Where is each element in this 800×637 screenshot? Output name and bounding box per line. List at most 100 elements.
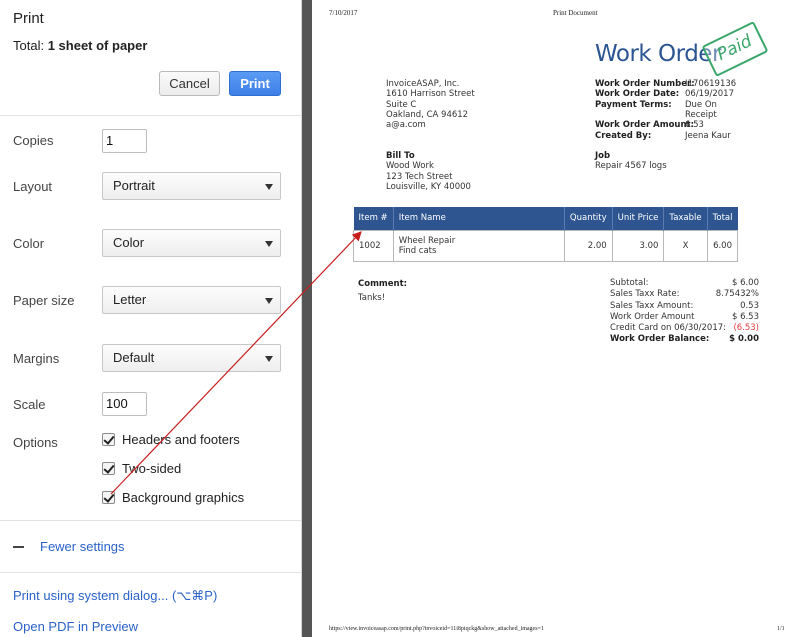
total-value: 1 sheet of paper — [47, 38, 148, 53]
cancel-button[interactable]: Cancel — [159, 71, 220, 96]
total-label: Work Order Balance: — [610, 334, 710, 345]
detail-value: 06/19/2017 — [685, 89, 734, 100]
page-header-date: 7/10/2017 — [329, 9, 358, 17]
job-value: Repair 4567 logs — [595, 161, 667, 172]
options-label: Options — [13, 435, 58, 450]
detail-label: Created By: — [595, 130, 652, 141]
total-label: Sales Taxx Rate: — [610, 289, 680, 300]
margins-select[interactable]: Default — [102, 344, 281, 372]
company-line: Oakland, CA 94612 — [386, 109, 469, 120]
page-footer-number: 1/1 — [777, 626, 785, 632]
comment-label: Comment: — [358, 279, 408, 289]
total-label: Work Order Amount — [610, 311, 695, 322]
detail-value: Jeena Kaur — [685, 130, 731, 141]
paper-size-label: Paper size — [13, 293, 75, 308]
color-value: Color — [113, 235, 145, 250]
item-unit-price: 3.00 — [611, 229, 665, 262]
bill-to-line: 123 Tech Street — [386, 171, 453, 182]
bill-to-line: Wood Work — [386, 161, 434, 172]
fewer-settings-label: Fewer settings — [40, 539, 125, 554]
panel-title: Print — [13, 10, 44, 27]
detail-value: 6.53 — [685, 120, 704, 131]
column-header: Item # — [353, 207, 394, 230]
layout-label: Layout — [13, 179, 53, 194]
print-preview-area[interactable]: 7/10/2017 Print Document Work Order Paid… — [302, 0, 800, 637]
scale-label: Scale — [13, 397, 46, 412]
company-line: a@a.com — [386, 120, 426, 131]
totals-block: Subtotal: $ 6.00 Sales Taxx Rate: 8.75432%… — [610, 278, 759, 346]
color-select[interactable]: Color — [102, 229, 281, 257]
total-value: $ 0.00 — [729, 334, 759, 345]
total-value: $ 6.53 — [731, 311, 759, 322]
option-label: Background graphics — [122, 490, 245, 505]
company-line: InvoiceASAP, Inc. — [386, 79, 460, 89]
item-taxable: X — [663, 229, 708, 262]
print-button[interactable]: Print — [229, 71, 281, 96]
column-header: Item Name — [393, 207, 565, 230]
total-value-negative: (6.53) — [733, 323, 759, 334]
total-row: Credit Card on 06/30/2017: (6.53) — [610, 323, 759, 334]
paper-size-value: Letter — [113, 292, 147, 307]
headers-footers-checkbox[interactable] — [102, 433, 115, 446]
balance-row: Work Order Balance: $ 0.00 — [610, 334, 759, 345]
system-dialog-link[interactable]: Print using system dialog... (⌥⌘P) — [13, 588, 217, 604]
background-graphics-checkbox[interactable] — [102, 491, 115, 504]
scale-input[interactable]: 100 — [102, 392, 147, 416]
layout-select[interactable]: Portrait — [102, 172, 281, 200]
copies-input[interactable]: 1 — [102, 129, 147, 153]
detail-value: I170619136 — [685, 79, 737, 89]
detail-row: Payment Terms: Due On — [595, 99, 717, 110]
items-table: Item # Item Name Quantity Unit Price Tax… — [353, 207, 739, 262]
page-header-title: Print Document — [553, 9, 598, 17]
item-quantity: 2.00 — [563, 229, 613, 262]
total-row: Sales Taxx Rate: 8.75432% — [610, 289, 759, 300]
total-label: Sales Taxx Amount: — [610, 300, 694, 311]
paper-size-select[interactable]: Letter — [102, 286, 281, 314]
fewer-settings-button[interactable]: Fewer settings — [13, 539, 125, 554]
dropdown-arrow-icon — [265, 356, 273, 362]
detail-row: Work Order Number: I170619136 — [595, 79, 736, 89]
collapse-icon — [13, 545, 24, 548]
total-value: $ 6.00 — [731, 278, 759, 288]
column-header: Taxable — [663, 207, 708, 230]
job-block: Job Repair 4567 logs — [595, 151, 667, 172]
copies-label: Copies — [13, 133, 54, 148]
divider — [0, 520, 301, 521]
total-label: Total: — [13, 38, 45, 53]
item-name-cell: Wheel Repair Find cats — [392, 229, 565, 262]
bill-to-line: Louisville, KY 40000 — [386, 181, 471, 192]
color-label: Color — [13, 236, 45, 251]
dropdown-arrow-icon — [265, 184, 273, 190]
detail-label: Work Order Number: — [595, 79, 695, 89]
detail-row: Created By: Jeena Kaur — [595, 130, 731, 141]
total-row: Subtotal: $ 6.00 — [610, 278, 759, 289]
column-header: Quantity — [564, 207, 613, 230]
comment-block: Comment: Tanks! — [358, 279, 407, 304]
total-label: Credit Card on 06/30/2017: — [610, 323, 726, 334]
option-label: Headers and footers — [122, 432, 240, 447]
company-line: 1610 Harrison Street — [386, 89, 475, 100]
two-sided-checkbox[interactable] — [102, 462, 115, 475]
open-pdf-link[interactable]: Open PDF in Preview — [13, 619, 138, 634]
layout-value: Portrait — [113, 178, 155, 193]
print-settings-panel: Print Total: 1 sheet of paper Cancel Pri… — [0, 0, 302, 637]
total-value: 0.53 — [740, 300, 759, 311]
detail-value: Due On — [685, 99, 717, 110]
items-table-header: Item # Item Name Quantity Unit Price Tax… — [353, 207, 738, 230]
detail-label: Work Order Date: — [595, 89, 680, 100]
dropdown-arrow-icon — [265, 241, 273, 247]
bill-to-block: Bill To Wood Work 123 Tech Street Louisv… — [386, 151, 471, 192]
detail-row: Work Order Amount: 6.53 — [595, 120, 704, 130]
divider — [0, 572, 301, 573]
item-description: Find cats — [398, 245, 437, 256]
preview-page: 7/10/2017 Print Document Work Order Paid… — [312, 0, 800, 637]
detail-label: Payment Terms: — [595, 99, 672, 110]
column-header: Total — [707, 207, 738, 230]
total-row: Sales Taxx Amount: 0.53 — [610, 301, 759, 312]
paid-stamp: Paid — [701, 21, 769, 77]
divider — [0, 115, 301, 116]
detail-value: Receipt — [685, 109, 717, 120]
company-line: Suite C — [386, 99, 417, 110]
comment-value: Tanks! — [358, 293, 386, 304]
total-value: 8.75432% — [715, 289, 759, 300]
